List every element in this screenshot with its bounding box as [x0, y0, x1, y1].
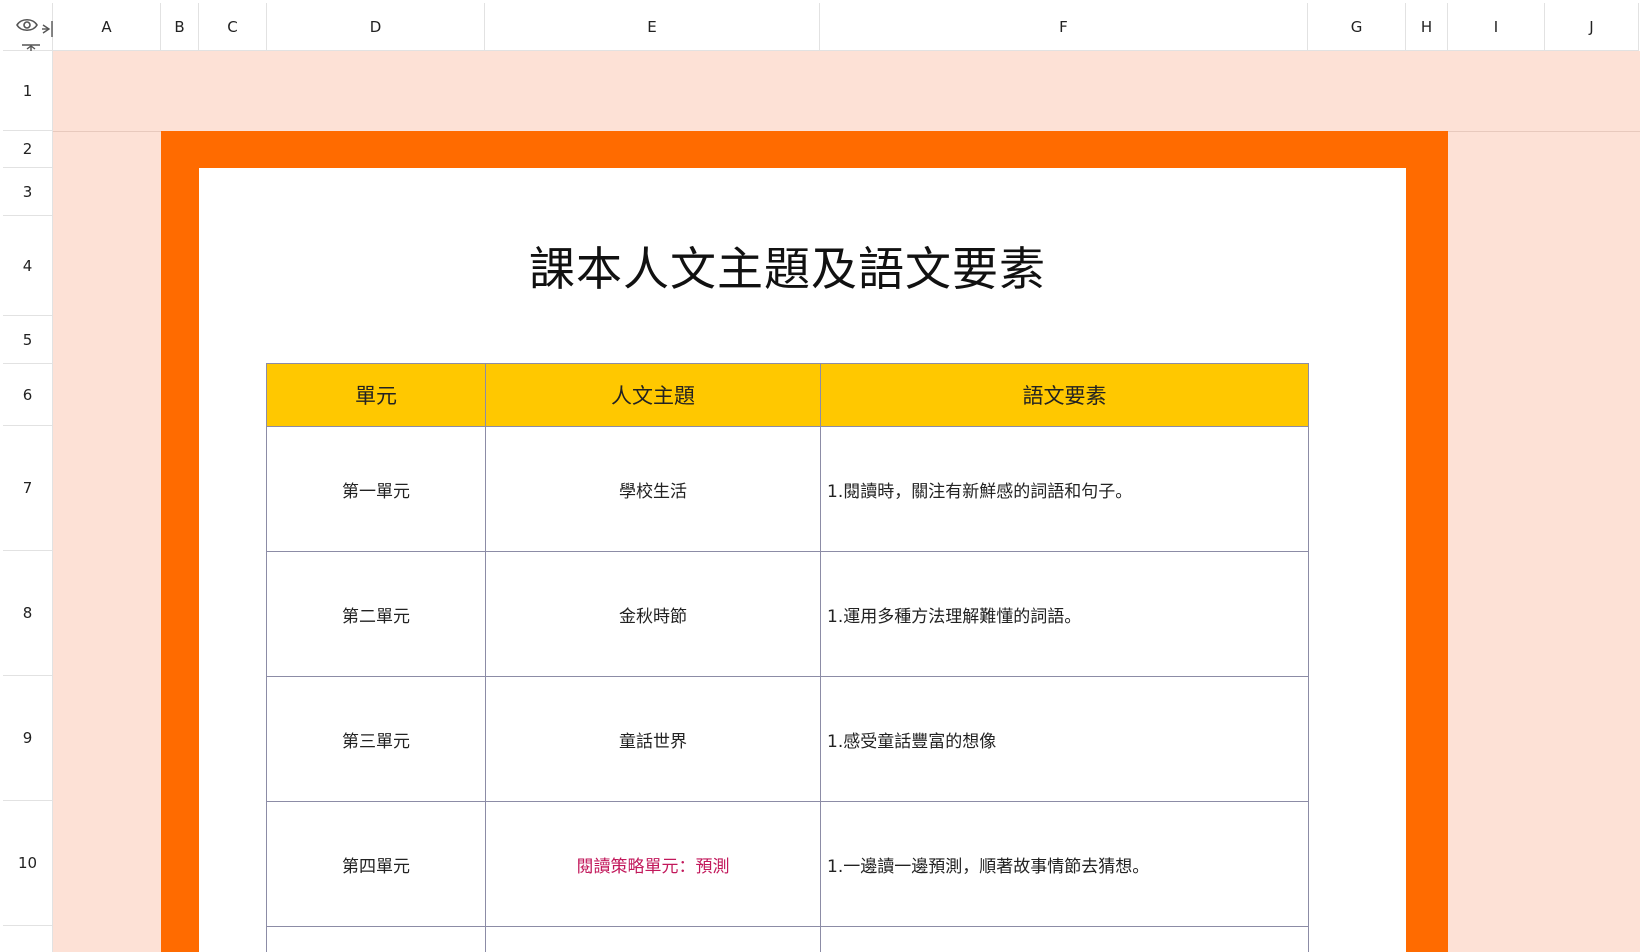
- row-header-8[interactable]: 8: [3, 551, 53, 676]
- row-header-1[interactable]: 1: [3, 51, 53, 131]
- table-cell-theme-highlight[interactable]: 閱讀策略單元：預測: [485, 801, 821, 927]
- orange-frame-right: [1406, 168, 1448, 952]
- row-header-3[interactable]: 3: [3, 168, 53, 216]
- column-header-c[interactable]: C: [199, 3, 267, 51]
- table-cell-unit[interactable]: [266, 926, 486, 952]
- spreadsheet: A B C D E F G H I J 1 2 3 4 5 6 7 8 9 10…: [0, 0, 1640, 952]
- table-cell-theme[interactable]: 童話世界: [485, 676, 821, 802]
- column-header-f[interactable]: F: [820, 3, 1308, 51]
- eye-icon[interactable]: [16, 17, 38, 37]
- table-cell-theme[interactable]: 金秋時節: [485, 551, 821, 677]
- column-header-d[interactable]: D: [267, 3, 485, 51]
- table-cell-theme[interactable]: [485, 926, 821, 952]
- column-header-h[interactable]: H: [1406, 3, 1448, 51]
- row-header-7[interactable]: 7: [3, 426, 53, 551]
- row-header-5[interactable]: 5: [3, 316, 53, 364]
- table-header-unit: 單元: [266, 363, 486, 427]
- sheet-corner: [3, 3, 62, 58]
- column-header-b[interactable]: B: [161, 3, 199, 51]
- table-cell-element[interactable]: 1.運用多種方法理解難懂的詞語。: [820, 551, 1309, 677]
- row-header-11[interactable]: [3, 926, 53, 952]
- orange-frame-top: [161, 131, 1448, 168]
- table-cell-element[interactable]: 1.一邊讀一邊預測，順著故事情節去猜想。: [820, 801, 1309, 927]
- row-header-9[interactable]: 9: [3, 676, 53, 801]
- column-header-e[interactable]: E: [485, 3, 820, 51]
- row-header-2[interactable]: 2: [3, 131, 53, 168]
- column-header-j[interactable]: J: [1545, 3, 1639, 51]
- table-cell-unit[interactable]: 第一單元: [266, 426, 486, 552]
- table-cell-element[interactable]: [820, 926, 1309, 952]
- page-title: 課本人文主題及語文要素: [529, 242, 1046, 296]
- table-cell-element[interactable]: 1.感受童話豐富的想像: [820, 676, 1309, 802]
- column-header-a[interactable]: A: [53, 3, 161, 51]
- table-cell-unit[interactable]: 第四單元: [266, 801, 486, 927]
- row-header-10[interactable]: 10: [3, 801, 53, 926]
- table-cell-element[interactable]: 1.閱讀時，關注有新鮮感的詞語和句子。: [820, 426, 1309, 552]
- table-header-element: 語文要素: [820, 363, 1309, 427]
- table-cell-unit[interactable]: 第二單元: [266, 551, 486, 677]
- column-header-i[interactable]: I: [1448, 3, 1545, 51]
- row-header-6[interactable]: 6: [3, 364, 53, 426]
- table-cell-theme[interactable]: 學校生活: [485, 426, 821, 552]
- column-header-g[interactable]: G: [1308, 3, 1406, 51]
- row-header-4[interactable]: 4: [3, 216, 53, 316]
- table-header-theme: 人文主題: [485, 363, 821, 427]
- table-cell-unit[interactable]: 第三單元: [266, 676, 486, 802]
- orange-frame-left: [161, 168, 199, 952]
